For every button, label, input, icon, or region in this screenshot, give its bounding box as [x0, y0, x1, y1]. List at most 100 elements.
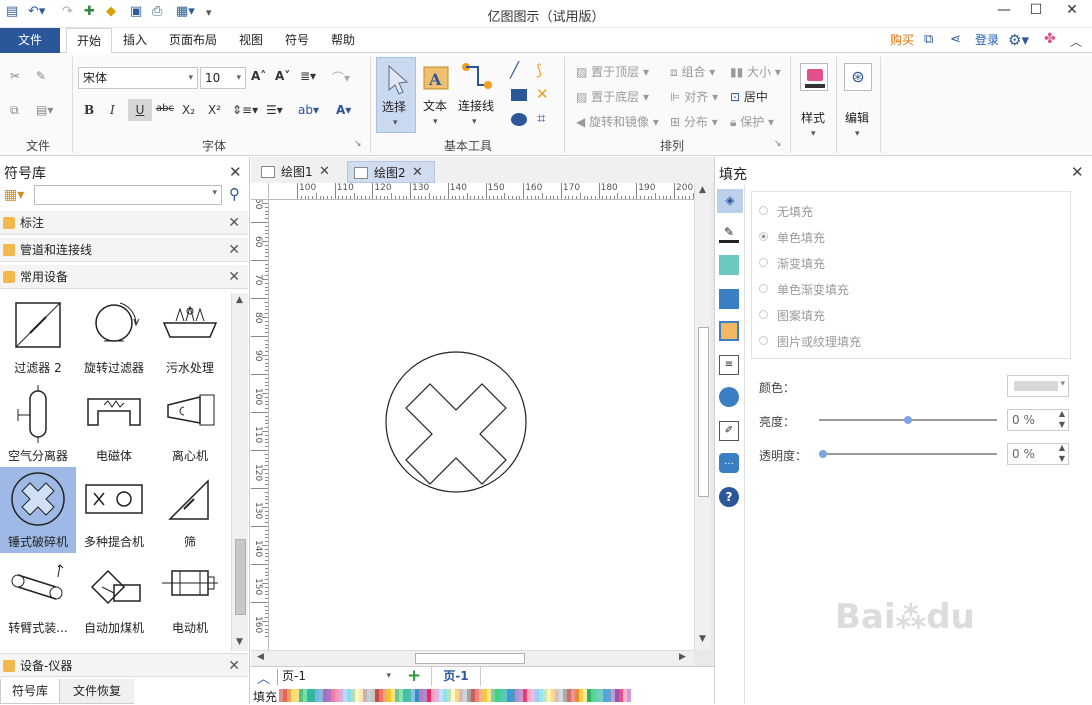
settings-gear-icon[interactable]: ⚙▾ [1008, 31, 1029, 49]
hammer-crusher-shape[interactable] [386, 352, 526, 492]
group-button[interactable]: ⧈ 组合 ▾ [670, 63, 715, 80]
select-tool-button[interactable]: 选择 ▾ [376, 57, 416, 133]
category-close-icon[interactable]: ✕ [228, 654, 240, 678]
align-text-icon[interactable]: ≣▾ [300, 69, 316, 83]
arc-tool-icon[interactable]: ⟆ [536, 61, 542, 79]
canvas-v-scrollbar[interactable]: ▲ ▼ [694, 183, 711, 650]
drawing-page[interactable] [269, 200, 694, 650]
edit-button[interactable]: ⊛ 编辑 ▾ [840, 57, 878, 147]
fill-tab-icon[interactable]: ◈ [717, 189, 743, 213]
help-icon[interactable]: ? [719, 487, 739, 507]
subscript-icon[interactable]: X₂ [182, 103, 195, 117]
shape-auto-stoker[interactable]: 自动加煤机 [76, 553, 152, 639]
canvas-h-scrollbar[interactable]: ◀ ▶ [251, 650, 694, 666]
text-highlight-icon[interactable]: ab▾ [298, 103, 319, 117]
shadow-tab-icon[interactable] [719, 255, 739, 275]
font-color-icon[interactable]: A▾ [336, 103, 351, 117]
cross-tool-icon[interactable]: ✕ [536, 85, 549, 103]
shape-hammer-crusher[interactable]: 锤式破碎机 [0, 467, 76, 553]
buy-link[interactable]: 购买 [884, 28, 920, 53]
fill-option-pattern[interactable]: 图案填充 [761, 307, 825, 324]
color-swatch[interactable] [627, 689, 631, 702]
library-menu-icon[interactable]: ▦▾ [4, 187, 24, 203]
color-picker[interactable]: ▾ [1007, 375, 1069, 397]
underline-icon[interactable]: U [128, 99, 152, 121]
line-tab-icon[interactable]: ✎ [719, 223, 739, 243]
category-pipes[interactable]: 管道和连接线✕ [0, 238, 248, 262]
add-page-icon[interactable]: + [407, 666, 421, 686]
shrink-font-icon[interactable]: A˅ [275, 69, 290, 83]
shape-centrifuge[interactable]: 离心机 [152, 381, 228, 467]
ellipse-tool-icon[interactable] [511, 113, 527, 126]
page-up-icon[interactable]: ︿ [257, 668, 270, 687]
maximize-button[interactable]: ☐ [1024, 2, 1048, 18]
font-dialog-launcher-icon[interactable]: ↘ [354, 139, 362, 149]
line-tool-icon[interactable]: ╱ [510, 61, 519, 79]
shape-air-separator[interactable]: 空气分离器 [0, 381, 76, 467]
hyperlink-globe-icon[interactable] [719, 387, 739, 407]
share-box-icon[interactable]: ⧉ [924, 32, 933, 47]
shape-screen[interactable]: 筛 [152, 467, 228, 553]
distribute-button[interactable]: ⊞ 分布 ▾ [670, 113, 718, 130]
crop-tool-icon[interactable]: ⌗ [537, 109, 545, 127]
fill-option-gradient[interactable]: 渐变填充 [761, 255, 825, 272]
bring-front-button[interactable]: ▨ 置于顶层 ▾ [576, 63, 649, 80]
superscript-icon[interactable]: X² [208, 103, 221, 117]
transparency-slider-knob[interactable] [819, 450, 827, 458]
fill-option-none[interactable]: 无填充 [761, 203, 813, 220]
brush-icon[interactable]: ✎ [36, 69, 46, 83]
image-tab-icon[interactable] [719, 289, 739, 309]
share-icon[interactable]: ⋖ [950, 32, 961, 47]
shape-rotary-filter[interactable]: 旋转过滤器 [76, 293, 152, 379]
fill-option-solid[interactable]: 单色填充 [761, 229, 825, 246]
doc-tab-close-icon[interactable]: ✕ [412, 162, 423, 184]
tab-file-recovery[interactable]: 文件恢复 [60, 679, 134, 704]
page-selector[interactable]: 页-1▾ [277, 669, 395, 685]
shape-electromagnet[interactable]: 电磁体 [76, 381, 152, 467]
transparency-slider[interactable] [819, 453, 997, 455]
doc-tab-close-icon[interactable]: ✕ [319, 161, 330, 183]
shape-electric-motor[interactable]: 电动机 [152, 553, 228, 639]
tab-symbol-library[interactable]: 符号库 [0, 679, 60, 704]
connector-tool-button[interactable]: 连接线 ▾ [456, 57, 496, 133]
tab-view[interactable]: 视图 [230, 28, 272, 53]
doc-tab-drawing1[interactable]: 绘图1 ✕ [255, 161, 343, 183]
tab-help[interactable]: 帮助 [322, 28, 364, 53]
tab-insert[interactable]: 插入 [114, 28, 156, 53]
italic-icon[interactable]: I [110, 103, 115, 117]
size-button[interactable]: ▮▮ 大小 ▾ [730, 63, 781, 80]
brightness-spinner[interactable]: 0 %▲▼ [1007, 409, 1069, 431]
login-link[interactable]: 登录 [970, 28, 1004, 53]
style-button[interactable]: 样式 ▾ [796, 57, 834, 147]
send-back-button[interactable]: ▨ 置于底层 ▾ [576, 88, 649, 105]
fill-panel-close-icon[interactable]: ✕ [1071, 163, 1084, 181]
page-setup-icon[interactable]: ≡ [719, 355, 739, 375]
library-scrollbar[interactable]: ▲ ▼ [231, 293, 248, 651]
tab-home[interactable]: 开始 [66, 28, 112, 54]
copy-icon[interactable]: ⧉ [10, 103, 19, 118]
attachment-icon[interactable]: ✐ [719, 421, 739, 441]
canvas-h-scroll-thumb[interactable] [415, 653, 525, 664]
category-close-icon[interactable]: ✕ [228, 211, 240, 235]
font-family-select[interactable]: 宋体▾ [78, 67, 198, 89]
bullets-icon[interactable]: ☰▾ [266, 103, 283, 117]
category-common-equipment[interactable]: 常用设备✕ [0, 265, 248, 289]
fill-option-picture[interactable]: 图片或纹理填充 [761, 333, 861, 350]
strikethrough-icon[interactable]: abc [156, 103, 174, 114]
library-search-input[interactable]: ▾ [34, 185, 222, 205]
rotate-mirror-button[interactable]: ◀ 旋转和镜像 ▾ [576, 113, 659, 130]
center-button[interactable]: ⊡ 居中 [730, 88, 768, 105]
library-close-icon[interactable]: ✕ [229, 163, 242, 181]
brightness-slider[interactable] [819, 419, 997, 421]
bold-icon[interactable]: B [84, 103, 94, 117]
shape-sewage-treatment[interactable]: 污水处理 [152, 293, 228, 379]
arrange-dialog-launcher-icon[interactable]: ↘ [774, 139, 782, 149]
font-size-select[interactable]: 10▾ [200, 67, 246, 89]
grow-font-icon[interactable]: A˄ [251, 69, 266, 83]
collapse-ribbon-icon[interactable]: ︿ [1070, 33, 1082, 50]
comment-icon[interactable]: … [719, 453, 739, 473]
paste-icon[interactable]: ▤▾ [36, 103, 53, 117]
doc-tab-drawing2[interactable]: 绘图2 ✕ [347, 161, 435, 183]
minimize-button[interactable]: — [992, 2, 1016, 18]
line-spacing-icon[interactable]: ⇕≡▾ [232, 103, 258, 117]
